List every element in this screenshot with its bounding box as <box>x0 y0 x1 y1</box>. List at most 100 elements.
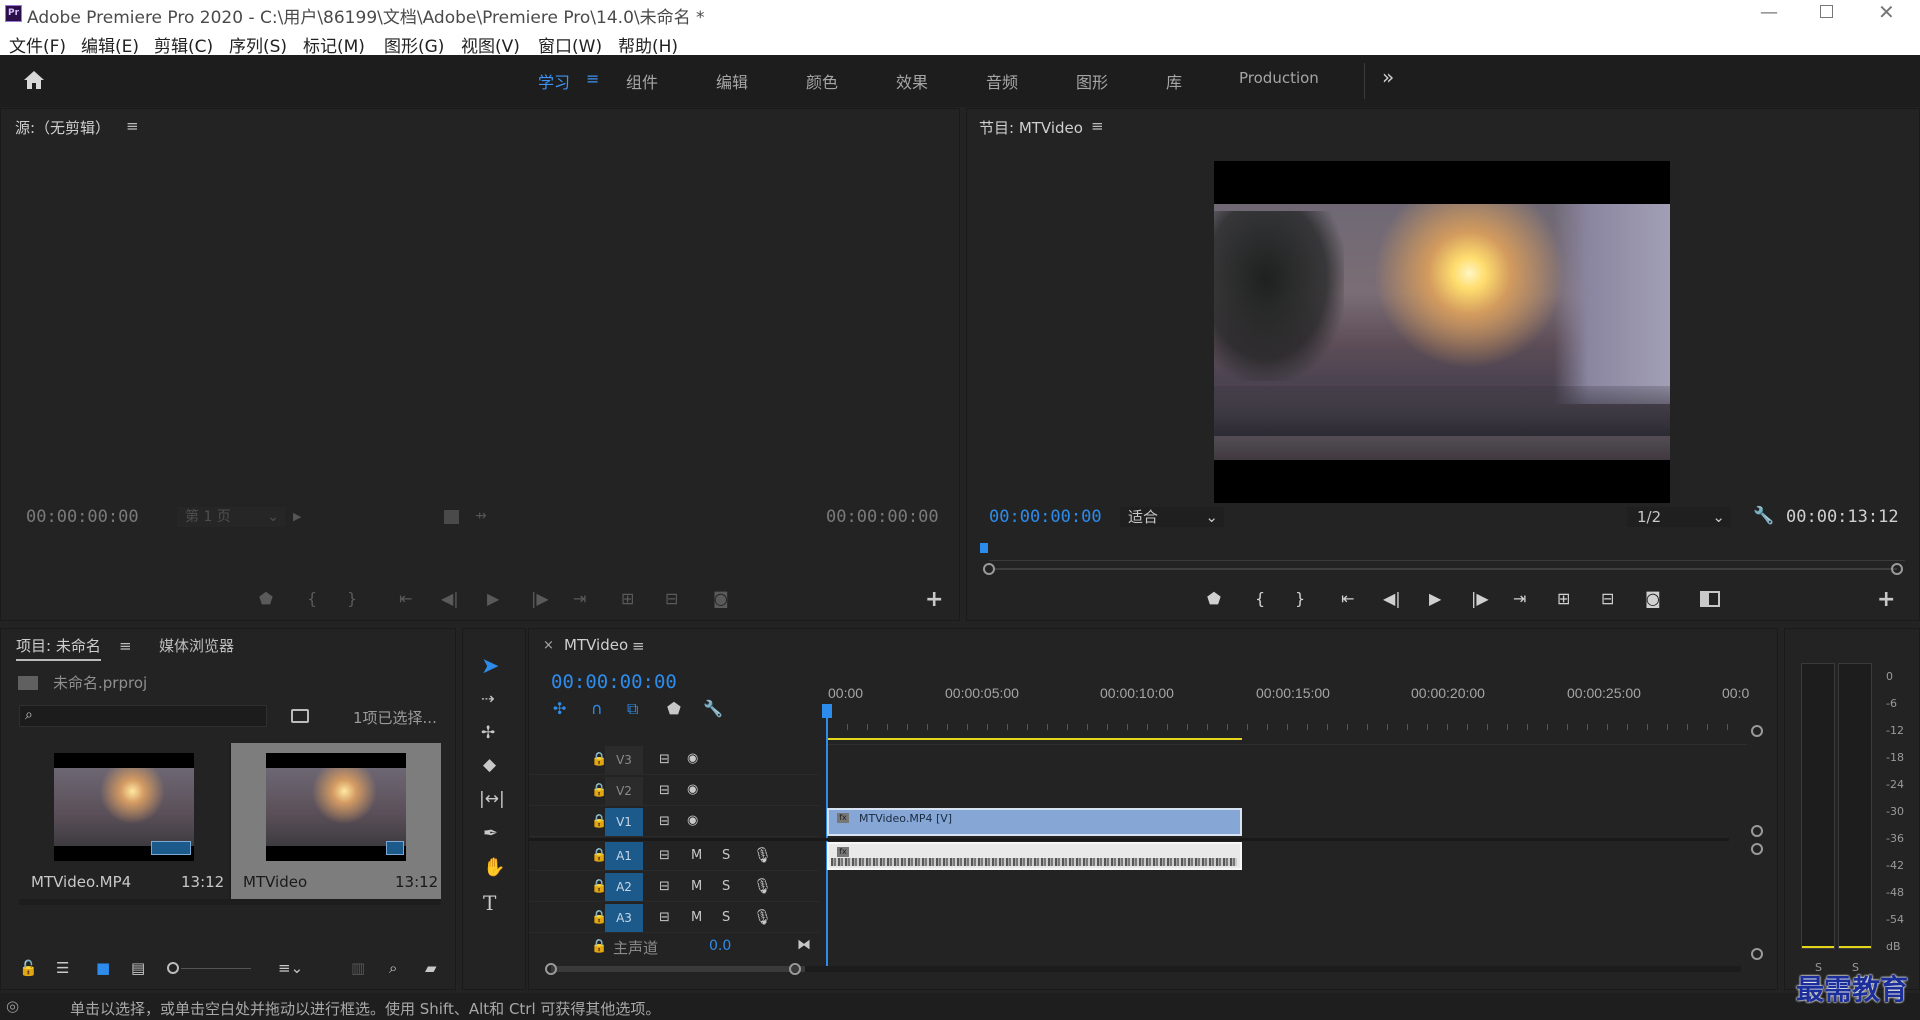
resolution-dropdown[interactable]: 1/2 ⌄ <box>1627 507 1731 527</box>
go-to-in-icon[interactable]: ⇤ <box>399 589 412 608</box>
workspace-overflow-icon[interactable]: » <box>1382 65 1394 89</box>
slip-tool-icon[interactable]: |↔| <box>479 789 505 809</box>
pen-tool-icon[interactable]: ✒ <box>483 823 498 844</box>
find-icon[interactable]: ⌕ <box>389 959 397 977</box>
vertical-scroll-handle-audio[interactable] <box>1751 843 1763 855</box>
minimize-icon[interactable]: — <box>1760 2 1778 23</box>
workspace-tab-editing[interactable]: 编辑 <box>716 69 748 93</box>
track-label-a2[interactable]: A2 <box>605 873 643 901</box>
play-icon[interactable]: ▶ <box>487 589 499 608</box>
panel-menu-icon[interactable]: ≡ <box>126 117 139 135</box>
mark-in-icon[interactable]: { <box>307 589 317 608</box>
step-back-icon[interactable]: ◀| <box>1383 589 1401 608</box>
menu-view[interactable]: 视图(V) <box>461 32 520 57</box>
sync-lock-icon[interactable]: ⊟ <box>659 752 670 767</box>
sync-lock-icon[interactable]: ⊟ <box>659 783 670 798</box>
program-zoom-bar[interactable] <box>995 568 1897 570</box>
export-frame-icon[interactable]: ◙ <box>1645 589 1661 608</box>
button-editor-plus-icon[interactable]: + <box>1877 587 1895 612</box>
sync-lock-icon[interactable]: ⊟ <box>659 814 670 829</box>
workspace-menu-icon[interactable]: ≡ <box>586 69 599 88</box>
program-scrubber-track[interactable] <box>989 560 1905 561</box>
go-to-in-icon[interactable]: ⇤ <box>1341 589 1354 608</box>
source-timecode-in[interactable]: 00:00:00:00 <box>26 507 139 527</box>
project-item-card-selected[interactable]: MTVideo 13:12 <box>231 743 441 899</box>
export-frame-icon[interactable]: ◙ <box>713 589 729 608</box>
microphone-icon[interactable]: 🎙 <box>753 846 772 864</box>
close-tab-icon[interactable]: × <box>543 638 554 653</box>
zoom-slider-track[interactable] <box>181 968 251 969</box>
nest-icon[interactable]: ✣ <box>553 699 566 718</box>
track-label-a1[interactable]: A1 <box>605 842 643 870</box>
track-select-tool-icon[interactable]: ⇢ <box>481 689 494 708</box>
ripple-edit-tool-icon[interactable]: ✢ <box>481 723 495 743</box>
lift-icon[interactable]: ⊞ <box>1557 589 1570 608</box>
go-to-out-icon[interactable]: ⇥ <box>573 589 586 608</box>
eye-icon[interactable]: ◉ <box>687 813 698 828</box>
home-icon[interactable] <box>22 69 46 91</box>
track-label-a3[interactable]: A3 <box>605 904 643 932</box>
menu-window[interactable]: 窗口(W) <box>538 32 602 57</box>
tab-project[interactable]: 项目: 未命名 <box>16 635 101 661</box>
icon-view-icon[interactable]: ■ <box>96 959 110 977</box>
new-bin-icon[interactable]: ▰ <box>425 959 437 977</box>
new-search-bin-icon[interactable] <box>291 709 309 723</box>
freeform-view-icon[interactable]: ▤ <box>131 959 145 977</box>
menu-help[interactable]: 帮助(H) <box>618 32 678 57</box>
master-volume-value[interactable]: 0.0 <box>709 938 731 954</box>
mute-button[interactable]: M <box>691 848 702 863</box>
close-icon[interactable]: ✕ <box>1878 0 1895 24</box>
audio-clip[interactable]: fx <box>827 842 1242 870</box>
lock-icon[interactable]: 🔓 <box>19 959 38 977</box>
add-marker-icon[interactable]: ⬟ <box>667 699 681 718</box>
panel-menu-icon[interactable]: ≡ <box>119 637 132 655</box>
step-forward-icon[interactable]: |▶ <box>1471 589 1489 608</box>
menu-file[interactable]: 文件(F) <box>9 32 66 57</box>
step-forward-icon[interactable]: |▶ <box>531 589 549 608</box>
panel-menu-icon[interactable]: ≡ <box>1091 117 1104 135</box>
horizontal-scroll-thumb[interactable] <box>551 966 805 972</box>
mark-in-icon[interactable]: { <box>1255 589 1265 608</box>
automate-to-sequence-icon[interactable]: ▥ <box>351 959 365 977</box>
list-view-icon[interactable]: ☰ <box>56 959 69 977</box>
hand-tool-icon[interactable]: ✋ <box>483 857 505 878</box>
play-icon[interactable]: ▶ <box>1429 589 1441 608</box>
timeline-settings-icon[interactable]: 🔧 <box>703 699 723 718</box>
track-label-v1[interactable]: V1 <box>605 808 643 836</box>
workspace-tab-assembly[interactable]: 组件 <box>626 69 658 93</box>
vertical-scroll-handle-bottom[interactable] <box>1751 948 1763 960</box>
eye-icon[interactable]: ◉ <box>687 782 698 797</box>
menu-edit[interactable]: 编辑(E) <box>81 32 139 57</box>
mute-button[interactable]: M <box>691 910 702 925</box>
overwrite-icon[interactable]: ⊟ <box>665 589 678 608</box>
vertical-scroll-handle-top[interactable] <box>1751 725 1763 737</box>
step-back-icon[interactable]: ◀| <box>441 589 459 608</box>
restore-icon[interactable] <box>1820 5 1833 18</box>
panel-menu-icon[interactable]: ≡ <box>632 637 645 655</box>
workspace-tab-audio[interactable]: 音频 <box>986 69 1018 93</box>
vertical-scroll-handle-mid[interactable] <box>1751 825 1763 837</box>
snap-icon[interactable]: ∩ <box>591 699 603 718</box>
mark-out-icon[interactable]: } <box>347 589 357 608</box>
safe-margins-icon[interactable] <box>444 510 459 524</box>
export-settings-icon[interactable]: ⇸ <box>475 508 487 524</box>
menu-graphics[interactable]: 图形(G) <box>384 32 444 57</box>
timeline-timecode[interactable]: 00:00:00:00 <box>551 671 677 693</box>
microphone-icon[interactable]: 🎙 <box>753 908 772 926</box>
menu-clip[interactable]: 剪辑(C) <box>154 32 213 57</box>
add-marker-icon[interactable]: ⬟ <box>259 589 273 608</box>
track-label-v2[interactable]: V2 <box>605 777 643 805</box>
horizontal-scroll-handle-right[interactable] <box>789 963 801 975</box>
go-to-end-icon[interactable]: ⧓ <box>797 937 811 953</box>
playhead-handle[interactable] <box>822 704 832 718</box>
fit-dropdown[interactable]: 适合 ⌄ <box>1120 507 1224 527</box>
linked-selection-icon[interactable]: ⧉ <box>627 699 638 719</box>
eye-icon[interactable]: ◉ <box>687 751 698 766</box>
work-area-bar[interactable] <box>827 738 1242 740</box>
type-tool-icon[interactable]: T <box>483 891 496 915</box>
track-label-v3[interactable]: V3 <box>605 746 643 774</box>
solo-button[interactable]: S <box>722 879 730 894</box>
button-editor-plus-icon[interactable]: + <box>925 587 943 612</box>
search-input[interactable]: ⌕ <box>19 705 267 727</box>
go-to-out-icon[interactable]: ⇥ <box>1513 589 1526 608</box>
